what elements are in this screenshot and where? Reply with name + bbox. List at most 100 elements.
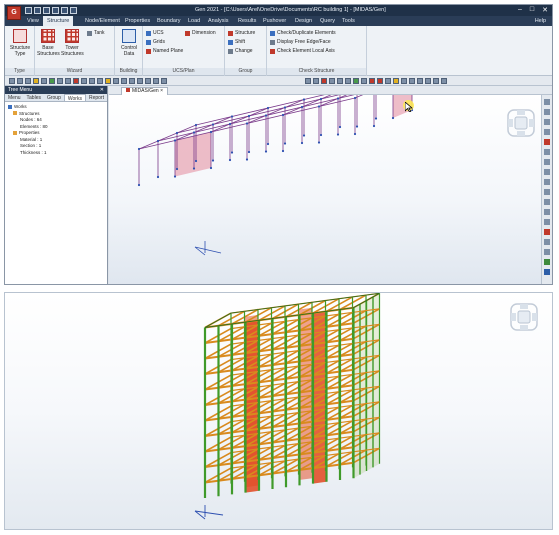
- print-icon[interactable]: [70, 7, 77, 14]
- save-icon[interactable]: [43, 7, 50, 14]
- base-structures-button[interactable]: Base Structures: [37, 29, 60, 57]
- toolbar-icon[interactable]: [385, 78, 391, 84]
- menu-query[interactable]: Query: [320, 18, 335, 24]
- toolbar-icon[interactable]: [17, 78, 23, 84]
- menu-structure[interactable]: Structure: [43, 16, 74, 26]
- toolbar-icon[interactable]: [353, 78, 359, 84]
- toolbar-icon[interactable]: [41, 78, 47, 84]
- menu-boundary[interactable]: Boundary: [157, 18, 181, 24]
- toolbar-icon[interactable]: [361, 78, 367, 84]
- menu-view[interactable]: View: [27, 18, 39, 24]
- close-icon[interactable]: ✕: [542, 6, 548, 14]
- redo-icon[interactable]: [61, 7, 68, 14]
- open-file-icon[interactable]: [34, 7, 41, 14]
- toolbar-icon[interactable]: [25, 78, 31, 84]
- help-menu[interactable]: Help: [535, 18, 546, 24]
- menu-node-element[interactable]: Node/Element: [85, 18, 120, 24]
- tab-menu[interactable]: Menu: [5, 94, 24, 101]
- toolbar-icon[interactable]: [57, 78, 63, 84]
- local-axis-button[interactable]: Check Element Local Axis: [270, 48, 335, 54]
- toolbar-icon[interactable]: [9, 78, 15, 84]
- named-plane-button[interactable]: Named Plane: [146, 48, 183, 54]
- menu-pushover[interactable]: Pushover: [263, 18, 286, 24]
- toolbar-icon[interactable]: [73, 78, 79, 84]
- toolbar-icon[interactable]: [161, 78, 167, 84]
- menu-analysis[interactable]: Analysis: [208, 18, 228, 24]
- side-tool-icon[interactable]: [544, 149, 550, 155]
- side-tool-icon[interactable]: [544, 209, 550, 215]
- tab-group[interactable]: Group: [44, 94, 64, 101]
- view-cube-icon[interactable]: [510, 303, 538, 331]
- menu-properties[interactable]: Properties: [125, 18, 150, 24]
- menu-design[interactable]: Design: [295, 18, 312, 24]
- close-tab-icon[interactable]: ×: [160, 88, 163, 94]
- toolbar-icon[interactable]: [417, 78, 423, 84]
- group-structure-button[interactable]: Structure: [228, 30, 255, 36]
- toolbar-icon[interactable]: [305, 78, 311, 84]
- tower-structures-button[interactable]: Tower Structures: [61, 29, 84, 57]
- toolbar-icon[interactable]: [33, 78, 39, 84]
- building-3d-viewport[interactable]: [4, 292, 553, 530]
- side-tool-icon[interactable]: [544, 189, 550, 195]
- tab-tables[interactable]: Tables: [24, 94, 44, 101]
- check-duplicate-button[interactable]: Check/Duplicate Elements: [270, 30, 336, 36]
- toolbar-icon[interactable]: [401, 78, 407, 84]
- side-tool-icon[interactable]: [544, 199, 550, 205]
- toolbar-icon[interactable]: [49, 78, 55, 84]
- toolbar-icon[interactable]: [153, 78, 159, 84]
- toolbar-icon[interactable]: [137, 78, 143, 84]
- toolbar-icon[interactable]: [65, 78, 71, 84]
- toolbar-icon[interactable]: [441, 78, 447, 84]
- structure-type-button[interactable]: Structure Type: [9, 29, 31, 57]
- document-tab[interactable]: MIDAS/Gen ×: [121, 87, 168, 95]
- toolbar-icon[interactable]: [329, 78, 335, 84]
- free-edge-button[interactable]: Display Free Edge/Face: [270, 39, 331, 45]
- toolbar-icon[interactable]: [313, 78, 319, 84]
- toolbar-icon[interactable]: [345, 78, 351, 84]
- undo-icon[interactable]: [52, 7, 59, 14]
- side-tool-icon[interactable]: [544, 269, 550, 275]
- tank-button[interactable]: Tank: [87, 30, 105, 36]
- side-tool-icon[interactable]: [544, 99, 550, 105]
- toolbar-icon[interactable]: [81, 78, 87, 84]
- toolbar-icon[interactable]: [377, 78, 383, 84]
- side-tool-icon[interactable]: [544, 259, 550, 265]
- side-tool-icon[interactable]: [544, 219, 550, 225]
- ucs-button[interactable]: UCS: [146, 30, 164, 36]
- tab-report[interactable]: Report: [86, 94, 107, 101]
- toolbar-icon[interactable]: [129, 78, 135, 84]
- tree-item-thickness[interactable]: Thickness : 1: [8, 150, 104, 157]
- side-tool-icon[interactable]: [544, 249, 550, 255]
- shift-button[interactable]: Shift: [228, 39, 245, 45]
- toolbar-icon[interactable]: [321, 78, 327, 84]
- toolbar-icon[interactable]: [105, 78, 111, 84]
- side-tool-icon[interactable]: [544, 179, 550, 185]
- dimension-button[interactable]: Dimension: [185, 30, 216, 36]
- control-data-button[interactable]: Control Data: [118, 29, 140, 57]
- toolbar-icon[interactable]: [369, 78, 375, 84]
- menu-tools[interactable]: Tools: [342, 18, 355, 24]
- maximize-icon[interactable]: □: [530, 6, 534, 14]
- minimize-icon[interactable]: –: [518, 6, 522, 14]
- tab-works[interactable]: Works: [63, 94, 86, 102]
- view-cube-icon[interactable]: [507, 109, 535, 137]
- model-viewport[interactable]: [109, 95, 543, 284]
- change-button[interactable]: Change: [228, 48, 253, 54]
- grids-button[interactable]: Grids: [146, 39, 165, 45]
- toolbar-icon[interactable]: [337, 78, 343, 84]
- side-tool-icon[interactable]: [544, 169, 550, 175]
- side-tool-icon[interactable]: [544, 109, 550, 115]
- toolbar-icon[interactable]: [89, 78, 95, 84]
- app-logo-icon[interactable]: G: [7, 6, 21, 20]
- toolbar-icon[interactable]: [425, 78, 431, 84]
- toolbar-icon[interactable]: [393, 78, 399, 84]
- side-tool-icon[interactable]: [544, 239, 550, 245]
- close-pane-icon[interactable]: ✕: [100, 86, 104, 94]
- toolbar-icon[interactable]: [433, 78, 439, 84]
- menu-results[interactable]: Results: [238, 18, 256, 24]
- toolbar-icon[interactable]: [145, 78, 151, 84]
- toolbar-icon[interactable]: [121, 78, 127, 84]
- side-tool-icon[interactable]: [544, 159, 550, 165]
- new-file-icon[interactable]: [25, 7, 32, 14]
- side-tool-icon[interactable]: [544, 139, 550, 145]
